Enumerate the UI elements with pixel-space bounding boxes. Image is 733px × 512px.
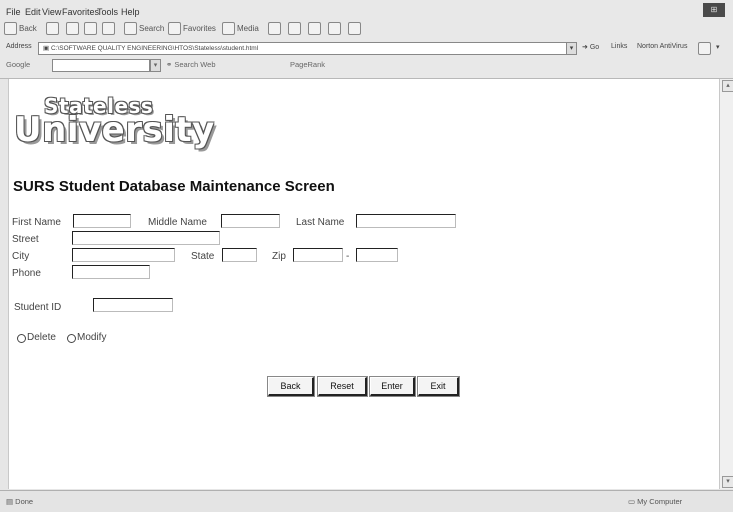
- menu-bar: File Edit View Favorites Tools Help: [0, 2, 733, 20]
- back-arrow-icon: [4, 22, 17, 36]
- google-toolbar: Google ▾ ⚭ Search Web PageRank: [0, 56, 733, 74]
- print-icon: [308, 22, 321, 36]
- city-field[interactable]: [72, 248, 175, 262]
- page-icon: ▣: [43, 45, 51, 52]
- forward-nav-button[interactable]: [46, 22, 61, 36]
- back-nav-button[interactable]: Back: [4, 22, 37, 36]
- delete-radio-label: Delete: [27, 332, 56, 343]
- menu-favorites[interactable]: Favorites: [62, 7, 99, 17]
- university-logo-bottom: University: [14, 110, 215, 150]
- reset-button[interactable]: Reset: [317, 376, 368, 397]
- address-bar: Address ▣ C:\SOFTWARE QUALITY ENGINEERIN…: [0, 40, 733, 56]
- zip-extension-field[interactable]: [356, 248, 398, 262]
- zip-label: Zip: [272, 251, 286, 262]
- exit-button[interactable]: Exit: [417, 376, 460, 397]
- history-icon: [268, 22, 281, 36]
- page-done-icon: ▤: [6, 497, 16, 506]
- google-search-input[interactable]: [52, 59, 150, 72]
- address-dropdown-icon[interactable]: ▾: [566, 42, 577, 55]
- search-icon: [124, 22, 137, 36]
- print-button[interactable]: [308, 22, 323, 36]
- menu-help[interactable]: Help: [121, 7, 140, 17]
- media-button[interactable]: Media: [222, 22, 259, 36]
- status-done: ▤ Done: [6, 497, 34, 506]
- norton-button[interactable]: Norton AntiVirus: [637, 43, 687, 50]
- home-button[interactable]: [102, 22, 117, 36]
- edit-icon: [328, 22, 341, 36]
- go-button[interactable]: ➜ Go: [582, 43, 599, 51]
- zip-separator: -: [346, 251, 350, 262]
- messenger-button[interactable]: [348, 22, 363, 36]
- street-field[interactable]: [72, 231, 220, 245]
- enter-button[interactable]: Enter: [369, 376, 416, 397]
- status-zone: ▭ My Computer: [628, 497, 683, 506]
- google-logo[interactable]: Google: [6, 60, 30, 69]
- stop-icon: [66, 22, 79, 36]
- first-name-field[interactable]: [73, 214, 131, 228]
- computer-icon: ▭: [628, 497, 638, 506]
- state-field[interactable]: [222, 248, 257, 262]
- google-dropdown-icon[interactable]: ▾: [150, 59, 161, 72]
- address-label: Address: [6, 43, 32, 50]
- scroll-down-icon[interactable]: ▾: [722, 476, 733, 488]
- mail-icon: [288, 22, 301, 36]
- norton-icon[interactable]: [698, 42, 711, 55]
- modify-radio[interactable]: [67, 334, 76, 343]
- delete-radio[interactable]: [17, 334, 26, 343]
- home-icon: [102, 22, 115, 36]
- history-button[interactable]: [268, 22, 283, 36]
- phone-label: Phone: [12, 268, 41, 279]
- state-label: State: [191, 251, 215, 262]
- address-input[interactable]: ▣ C:\SOFTWARE QUALITY ENGINEERING\HTOS\S…: [38, 42, 570, 55]
- edit-button[interactable]: [328, 22, 343, 36]
- stop-button[interactable]: [66, 22, 81, 36]
- student-id-label: Student ID: [14, 302, 62, 313]
- student-id-field[interactable]: [93, 298, 173, 312]
- browser-toolbar: Back Search Favorites Media: [0, 20, 733, 38]
- menu-tools[interactable]: Tools: [97, 7, 118, 17]
- menu-edit[interactable]: Edit: [25, 7, 41, 17]
- pagerank-indicator: PageRank: [290, 60, 326, 69]
- zip-field[interactable]: [293, 248, 343, 262]
- links-button[interactable]: Links: [611, 43, 627, 50]
- modify-radio-label: Modify: [77, 332, 107, 343]
- menu-file[interactable]: File: [6, 7, 21, 17]
- menu-view[interactable]: View: [42, 7, 61, 17]
- messenger-icon: [348, 22, 361, 36]
- phone-field[interactable]: [72, 265, 150, 279]
- star-icon: [168, 22, 181, 36]
- back-button[interactable]: Back: [267, 376, 315, 397]
- media-icon: [222, 22, 235, 36]
- city-label: City: [12, 251, 30, 262]
- refresh-button[interactable]: [84, 22, 99, 36]
- refresh-icon: [84, 22, 97, 36]
- status-bar: ▤ Done ▭ My Computer: [0, 490, 733, 512]
- page-title: SURS Student Database Maintenance Screen: [13, 178, 335, 195]
- last-name-label: Last Name: [296, 217, 345, 228]
- toolbar-chevron-icon[interactable]: ▾: [716, 43, 720, 51]
- last-name-field[interactable]: [356, 214, 456, 228]
- forward-arrow-icon: [46, 22, 59, 36]
- windows-logo-icon: ⊞: [703, 3, 725, 17]
- middle-name-field[interactable]: [221, 214, 280, 228]
- search-button[interactable]: Search: [124, 22, 164, 36]
- favorites-button[interactable]: Favorites: [168, 22, 216, 36]
- vertical-scrollbar[interactable]: ▴ ▾: [719, 79, 733, 489]
- middle-name-label: Middle Name: [148, 217, 207, 228]
- search-web-button[interactable]: ⚭ Search Web: [166, 60, 216, 69]
- street-label: Street: [12, 234, 39, 245]
- scroll-up-icon[interactable]: ▴: [722, 80, 733, 92]
- first-name-label: First Name: [12, 217, 61, 228]
- mail-button[interactable]: [288, 22, 303, 36]
